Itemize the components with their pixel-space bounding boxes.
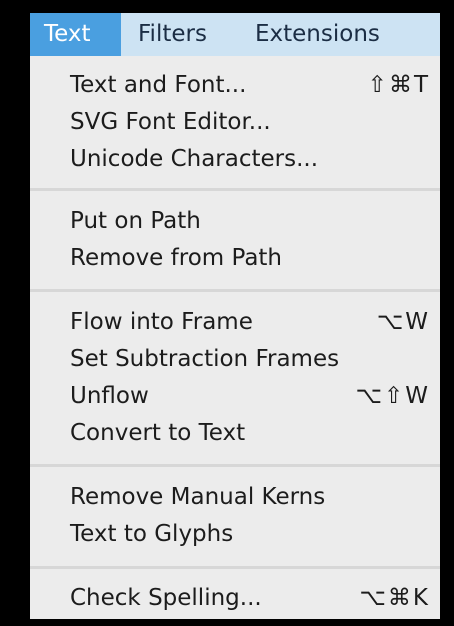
menu-separator bbox=[30, 464, 440, 467]
menu-separator bbox=[30, 566, 440, 569]
shortcut-opt-cmd-k: ⌥⌘K bbox=[359, 585, 430, 611]
shortcut-opt-w: ⌥W bbox=[376, 309, 430, 335]
menu-item-label: Text to Glyphs bbox=[70, 521, 234, 547]
menu-item-set-subtraction-frames[interactable]: Set Subtraction Frames bbox=[30, 341, 440, 378]
menu-item-label: Flow into Frame bbox=[70, 309, 253, 335]
menubar-filters[interactable]: Filters bbox=[138, 13, 207, 56]
menu-item-remove-manual-kerns[interactable]: Remove Manual Kerns bbox=[30, 479, 440, 516]
menu-separator bbox=[30, 188, 440, 191]
menu-item-unicode-characters[interactable]: Unicode Characters... bbox=[30, 141, 440, 178]
shortcut-shift-cmd-t: ⇧⌘T bbox=[367, 72, 430, 98]
menu-bar: Text Filters Extensions bbox=[30, 13, 440, 56]
menu-item-label: Remove Manual Kerns bbox=[70, 484, 326, 510]
menu-item-label: Set Subtraction Frames bbox=[70, 346, 340, 372]
menu-item-label: Check Spelling... bbox=[70, 585, 262, 611]
menu-item-check-spelling[interactable]: Check Spelling... ⌥⌘K bbox=[30, 580, 440, 617]
menu-item-flow-into-frame[interactable]: Flow into Frame ⌥W bbox=[30, 304, 440, 341]
menu-item-remove-from-path[interactable]: Remove from Path bbox=[30, 240, 440, 277]
screenshot-frame: Text Filters Extensions Text and Font...… bbox=[30, 13, 440, 619]
menu-separator bbox=[30, 289, 440, 292]
menu-item-label: Remove from Path bbox=[70, 245, 283, 271]
menu-item-convert-to-text[interactable]: Convert to Text bbox=[30, 415, 440, 452]
menu-item-label: SVG Font Editor... bbox=[70, 109, 271, 135]
menu-item-unflow[interactable]: Unflow ⌥⇧W bbox=[30, 378, 440, 415]
menu-item-text-and-font[interactable]: Text and Font... ⇧⌘T bbox=[30, 67, 440, 104]
shortcut-opt-shift-w: ⌥⇧W bbox=[355, 383, 430, 409]
menu-item-label: Convert to Text bbox=[70, 420, 246, 446]
menu-item-put-on-path[interactable]: Put on Path bbox=[30, 203, 440, 240]
menubar-extensions[interactable]: Extensions bbox=[255, 13, 380, 56]
menu-item-text-to-glyphs[interactable]: Text to Glyphs bbox=[30, 516, 440, 553]
menu-item-label: Put on Path bbox=[70, 208, 201, 234]
menu-item-label: Unflow bbox=[70, 383, 149, 409]
menu-item-svg-font-editor[interactable]: SVG Font Editor... bbox=[30, 104, 440, 141]
menu-item-label: Unicode Characters... bbox=[70, 146, 319, 172]
menu-item-label: Text and Font... bbox=[70, 72, 247, 98]
menubar-text[interactable]: Text bbox=[30, 13, 121, 56]
